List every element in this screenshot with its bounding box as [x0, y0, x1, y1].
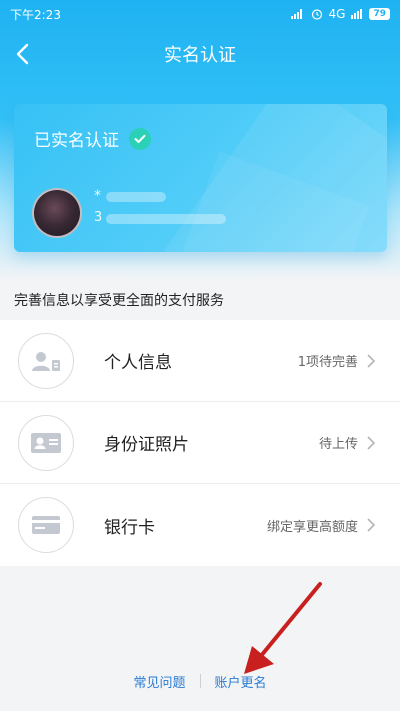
item-status: 1项待完善: [297, 355, 358, 370]
item-label: 个人信息: [104, 353, 172, 373]
verified-check-icon: [129, 127, 151, 150]
item-status: 待上传: [318, 437, 358, 452]
user-name-masked: *: [94, 188, 101, 204]
avatar: [32, 188, 82, 238]
item-status: 绑定享更高额度: [266, 519, 358, 535]
blurred-name: [106, 192, 166, 202]
network-type: 4G: [328, 7, 346, 21]
status-bar: 下午2:23 4G 79: [0, 0, 400, 28]
verification-card: 已实名认证 * 3: [14, 104, 387, 252]
chevron-right-icon: [366, 435, 386, 451]
list-item-id-photo[interactable]: 身份证照片 待上传: [0, 402, 400, 484]
faq-link[interactable]: 常见问题: [133, 672, 185, 691]
footer-links: 常见问题 账户更名: [0, 668, 400, 694]
info-list: 个人信息 1项待完善 身份证照片 待上传 银行卡 绑定享更高额度: [0, 320, 400, 566]
status-icons: 4G 79: [290, 7, 390, 21]
item-label: 银行卡: [104, 517, 155, 538]
blurred-id: [106, 214, 226, 224]
bank-card-icon: [18, 497, 74, 553]
item-label: 身份证照片: [104, 435, 189, 455]
wifi-bars-icon: [351, 9, 363, 19]
back-button[interactable]: [6, 38, 38, 70]
user-id-masked: 3: [94, 210, 103, 225]
battery-level: 79: [369, 8, 390, 20]
status-time: 下午2:23: [10, 7, 61, 22]
person-card-icon: [18, 332, 74, 389]
signal-icon: [290, 9, 302, 19]
verified-label: 已实名认证: [34, 131, 119, 151]
chevron-right-icon: [366, 517, 386, 533]
verified-status-row: 已实名认证: [34, 126, 151, 151]
list-item-personal-info[interactable]: 个人信息 1项待完善: [0, 320, 400, 402]
chevron-left-icon: [16, 43, 29, 65]
alarm-icon: [311, 9, 322, 20]
section-title: 完善信息以享受更全面的支付服务: [14, 293, 224, 309]
list-item-bank-card[interactable]: 银行卡 绑定享更高额度: [0, 484, 400, 566]
nav-bar: 实名认证: [0, 28, 400, 80]
footer-divider: [199, 674, 201, 688]
id-card-icon: [18, 414, 74, 471]
page-title: 实名认证: [164, 45, 236, 66]
annotation-arrow-icon: [244, 582, 322, 674]
chevron-right-icon: [366, 353, 386, 369]
